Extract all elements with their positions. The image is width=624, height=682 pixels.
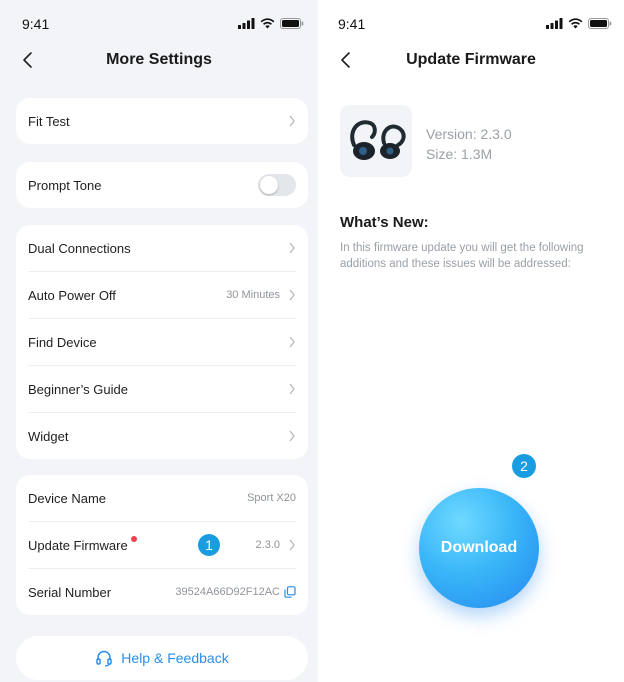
row-prompt-tone: Prompt Tone	[28, 162, 296, 208]
status-time: 9:41	[22, 16, 50, 32]
wifi-icon	[568, 18, 583, 29]
step-badge-1: 1	[198, 534, 220, 556]
chevron-right-icon	[289, 336, 295, 348]
signal-icon	[546, 18, 563, 29]
firmware-size: Size: 1.3M	[426, 146, 493, 162]
page-title: More Settings	[106, 51, 212, 68]
beginners-guide-label: Beginner’s Guide	[28, 381, 128, 397]
firmware-version: Version: 2.3.0	[426, 126, 512, 142]
nav-bar: Update Firmware	[318, 46, 624, 74]
status-time: 9:41	[338, 16, 366, 32]
widget-label: Widget	[28, 428, 69, 444]
row-fit-test[interactable]: Fit Test	[28, 98, 296, 144]
chevron-right-icon	[289, 539, 295, 551]
row-widget[interactable]: Widget	[28, 412, 296, 459]
chevron-right-icon	[289, 115, 295, 127]
settings-card-fit-test: Fit Test	[16, 98, 308, 144]
chevron-right-icon	[289, 430, 295, 442]
page-title: Update Firmware	[406, 51, 536, 68]
firmware-info: Version: 2.3.0 Size: 1.3M	[426, 124, 512, 164]
fit-test-label: Fit Test	[28, 113, 70, 129]
copy-icon[interactable]	[284, 586, 296, 598]
status-icons	[546, 18, 612, 29]
dual-connections-label: Dual Connections	[28, 240, 131, 256]
row-dual-connections[interactable]: Dual Connections	[28, 225, 296, 271]
earbuds-icon	[350, 120, 406, 160]
nav-bar: More Settings	[0, 46, 318, 74]
firmware-version-value: 2.3.0	[255, 539, 280, 551]
serial-number-label: Serial Number	[28, 584, 112, 600]
settings-card-prompt-tone: Prompt Tone	[16, 162, 308, 208]
chevron-right-icon	[289, 242, 295, 254]
device-name-value: Sport X20	[247, 492, 296, 504]
auto-power-off-label: Auto Power Off	[28, 287, 116, 303]
chevron-right-icon	[289, 289, 295, 301]
wifi-icon	[260, 18, 275, 29]
download-button[interactable]: Download	[419, 488, 539, 608]
find-device-label: Find Device	[28, 334, 97, 350]
settings-card-device-info: Device Name Sport X20 Update Firmware 2.…	[16, 475, 308, 615]
status-icons	[238, 18, 304, 29]
row-update-firmware[interactable]: Update Firmware 2.3.0	[28, 521, 296, 568]
whats-new-description: In this firmware update you will get the…	[340, 242, 584, 270]
row-serial-number: Serial Number 39524A66D92F12AC	[28, 568, 296, 615]
update-firmware-label: Update Firmware	[28, 537, 128, 553]
row-device-name: Device Name Sport X20	[28, 475, 296, 521]
headset-icon	[96, 650, 113, 667]
prompt-tone-label: Prompt Tone	[28, 177, 102, 193]
update-firmware-screen: 9:41 Update Firmware Version: 2.3.0 Size…	[318, 0, 624, 682]
battery-icon	[588, 18, 612, 29]
toggle-knob	[260, 176, 278, 194]
battery-icon	[280, 18, 304, 29]
help-feedback-label: Help & Feedback	[121, 650, 229, 666]
prompt-tone-toggle[interactable]	[258, 174, 296, 196]
status-bar: 9:41	[318, 16, 624, 36]
serial-number-value: 39524A66D92F12AC	[175, 586, 280, 598]
update-available-dot	[130, 536, 137, 542]
chevron-right-icon	[289, 383, 295, 395]
row-beginners-guide[interactable]: Beginner’s Guide	[28, 365, 296, 412]
signal-icon	[238, 18, 255, 29]
row-find-device[interactable]: Find Device	[28, 318, 296, 365]
more-settings-screen: 9:41 More Settings Fit Test Prompt Tone …	[0, 0, 318, 682]
auto-power-off-value: 30 Minutes	[226, 289, 280, 301]
earbuds-product-image	[340, 105, 412, 177]
help-feedback-button[interactable]: Help & Feedback	[16, 636, 308, 680]
device-name-label: Device Name	[28, 490, 107, 506]
status-bar: 9:41	[0, 16, 318, 36]
step-badge-2: 2	[512, 454, 536, 478]
whats-new-heading: What’s New:	[340, 214, 429, 231]
row-auto-power-off[interactable]: Auto Power Off 30 Minutes	[28, 271, 296, 318]
settings-card-device-options: Dual Connections Auto Power Off 30 Minut…	[16, 225, 308, 459]
